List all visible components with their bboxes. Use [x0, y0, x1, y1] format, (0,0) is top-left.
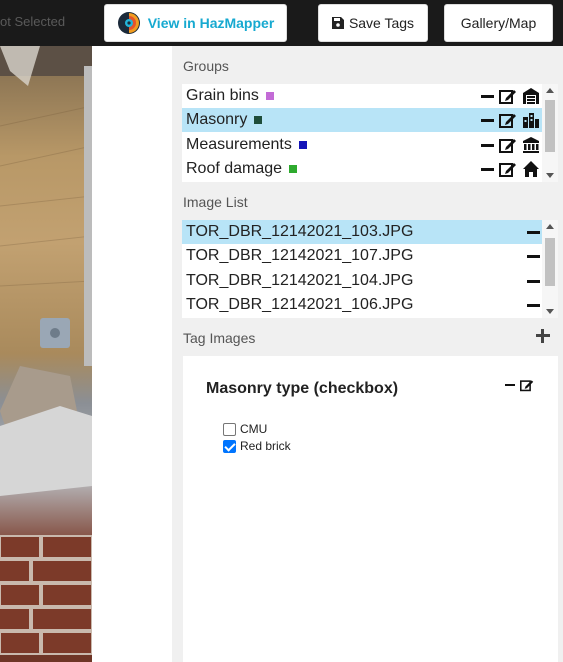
group-row-measurements[interactable]: Measurements: [182, 133, 542, 157]
add-tag-icon[interactable]: [536, 329, 550, 343]
cmu-checkbox[interactable]: [223, 422, 236, 436]
view-in-hazmapper-label: View in HazMapper: [147, 15, 275, 31]
top-toolbar: ot Selected View in HazMapper Save Tags …: [0, 0, 563, 46]
group-label: Masonry: [186, 111, 248, 128]
remove-image-icon[interactable]: [527, 254, 540, 258]
image-row[interactable]: TOR_DBR_12142021_104.JPG: [182, 269, 542, 293]
group-label: Measurements: [186, 136, 292, 153]
hazmapper-logo-icon: [117, 12, 140, 34]
group-label: Roof damage: [186, 160, 283, 177]
image-filename: TOR_DBR_12142021_107.JPG: [186, 247, 414, 264]
scroll-down-arrow-icon[interactable]: [546, 309, 554, 314]
image-row[interactable]: TOR_DBR_12142021_107.JPG: [182, 244, 542, 268]
view-in-hazmapper-button[interactable]: View in HazMapper: [104, 4, 287, 42]
tag-option-red-brick[interactable]: Red brick: [223, 439, 291, 453]
scroll-thumb[interactable]: [545, 238, 555, 286]
scroll-thumb[interactable]: [545, 100, 555, 152]
group-color-swatch: [298, 141, 307, 149]
selection-status-label: ot Selected: [0, 14, 66, 29]
edit-icon[interactable]: [499, 87, 517, 105]
remove-tag-icon[interactable]: [505, 384, 515, 386]
option-label: CMU: [240, 422, 268, 436]
remove-group-icon[interactable]: [481, 118, 494, 122]
gallery-map-label: Gallery/Map: [460, 15, 537, 31]
remove-group-icon[interactable]: [481, 94, 494, 98]
scroll-down-arrow-icon[interactable]: [546, 173, 554, 178]
red-brick-checkbox[interactable]: [223, 439, 236, 453]
scroll-up-arrow-icon[interactable]: [546, 88, 554, 93]
group-row-masonry[interactable]: Masonry: [182, 108, 542, 132]
floppy-disk-icon: [331, 17, 344, 29]
edit-icon[interactable]: [499, 136, 517, 154]
tag-card: Masonry type (checkbox) CMU Red brick: [183, 356, 558, 662]
image-preview[interactable]: [0, 46, 92, 662]
group-color-swatch: [254, 116, 263, 124]
image-filename: TOR_DBR_12142021_104.JPG: [186, 272, 414, 289]
image-list[interactable]: TOR_DBR_12142021_103.JPG TOR_DBR_1214202…: [182, 220, 558, 318]
tag-option-cmu[interactable]: CMU: [223, 422, 267, 436]
edit-icon[interactable]: [499, 111, 517, 129]
group-label: Grain bins: [186, 87, 259, 104]
remove-image-icon[interactable]: [527, 279, 540, 283]
groups-list[interactable]: Grain bins Masonry Measurements Roof dam…: [182, 84, 558, 182]
home-icon[interactable]: [522, 160, 540, 178]
image-list-scrollbar[interactable]: [542, 220, 558, 318]
image-margin: [92, 46, 172, 662]
group-color-swatch: [265, 92, 274, 100]
remove-group-icon[interactable]: [481, 143, 494, 147]
groups-heading: Groups: [183, 58, 229, 74]
remove-group-icon[interactable]: [481, 167, 494, 171]
city-icon[interactable]: [522, 111, 540, 129]
edit-icon[interactable]: [520, 378, 534, 392]
image-list-heading: Image List: [183, 194, 248, 210]
group-row-roof-damage[interactable]: Roof damage: [182, 157, 542, 181]
groups-scrollbar[interactable]: [542, 84, 558, 182]
tag-title: Masonry type (checkbox): [206, 380, 399, 397]
tagging-panel: Groups Grain bins Masonry Measurements R…: [172, 46, 563, 662]
scroll-up-arrow-icon[interactable]: [546, 224, 554, 229]
image-filename: TOR_DBR_12142021_106.JPG: [186, 296, 414, 313]
tag-images-heading: Tag Images: [183, 330, 256, 346]
group-row-grain-bins[interactable]: Grain bins: [182, 84, 542, 108]
save-tags-button[interactable]: Save Tags: [318, 4, 428, 42]
landmark-icon[interactable]: [522, 136, 540, 154]
remove-image-icon[interactable]: [527, 303, 540, 307]
save-tags-label: Save Tags: [348, 15, 415, 31]
option-label: Red brick: [240, 439, 291, 453]
remove-image-icon[interactable]: [527, 230, 540, 234]
image-filename: TOR_DBR_12142021_103.JPG: [186, 223, 414, 240]
gallery-map-button[interactable]: Gallery/Map: [444, 4, 553, 42]
warehouse-icon[interactable]: [522, 87, 540, 105]
image-row[interactable]: TOR_DBR_12142021_103.JPG: [182, 220, 542, 244]
group-color-swatch: [289, 165, 298, 173]
photo-content: [0, 46, 92, 655]
image-row[interactable]: TOR_DBR_12142021_106.JPG: [182, 293, 542, 317]
edit-icon[interactable]: [499, 160, 517, 178]
